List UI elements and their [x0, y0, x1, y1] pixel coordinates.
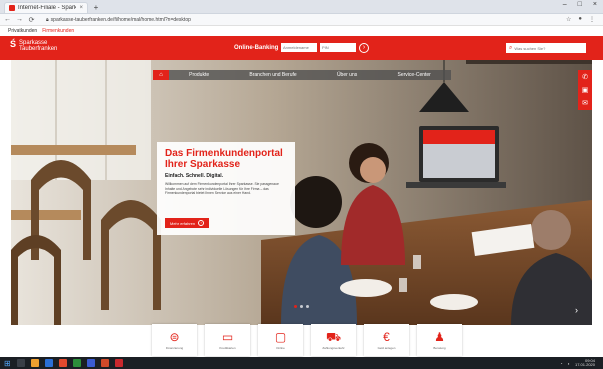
- search-taskbar-icon[interactable]: [16, 359, 25, 367]
- chevron-right-icon: ›: [198, 220, 205, 226]
- cart-icon: ⛟: [325, 330, 342, 344]
- maximize-button[interactable]: □: [578, 1, 582, 8]
- mehr-erfahren-button[interactable]: Mehr erfahren ›: [165, 218, 210, 228]
- slider-dot[interactable]: [306, 305, 309, 308]
- main-navigation: ⌂ Produkte Branchen und Berufe Über uns …: [153, 70, 451, 80]
- tile-finanzierung[interactable]: ⊜ Finanzierung: [152, 324, 197, 356]
- slider-dot[interactable]: [294, 305, 297, 308]
- hero-title-line-1: Das Firmenkundenportal: [165, 148, 283, 159]
- hero-teaser-card: Das Firmenkundenportal Ihrer Sparkasse E…: [157, 142, 295, 235]
- sparkasse-app-icon[interactable]: [114, 359, 123, 367]
- powerpoint-icon[interactable]: [100, 359, 109, 367]
- slider-next-arrow-icon[interactable]: ›: [575, 305, 578, 315]
- tile-beratung[interactable]: ♟ Beratung: [417, 324, 462, 356]
- online-banking-label: Online-Banking: [234, 45, 279, 51]
- minimize-button[interactable]: –: [563, 1, 567, 8]
- url-text: sparkasse-tauberfranken.de/fi/home/mal/h…: [50, 16, 191, 23]
- hero-image: [11, 60, 592, 325]
- link-privatkunden[interactable]: Privatkunden: [8, 28, 37, 34]
- system-tray: ◔ ◖ 09:04 17.01.2020: [560, 359, 603, 367]
- hero-body-text: Willkommen auf dem Firmenkundenportal Ih…: [165, 182, 279, 196]
- euro-icon: €: [383, 330, 390, 344]
- nav-item-produkte[interactable]: Produkte: [169, 72, 229, 78]
- address-bar: ← → ⟳ 🔒︎ sparkasse-tauberfranken.de/fi/h…: [0, 14, 603, 26]
- link-firmenkunden[interactable]: Firmenkunden: [42, 28, 74, 34]
- app-icon[interactable]: [58, 359, 67, 367]
- hero-title-line-2: Ihrer Sparkasse: [165, 159, 241, 170]
- word-icon[interactable]: [86, 359, 95, 367]
- slider-dots: [294, 305, 309, 308]
- person-icon: ♟: [434, 330, 445, 344]
- tile-label: Finanzierung: [165, 346, 184, 350]
- tile-label: Zahlungsverkehr: [322, 346, 345, 350]
- nav-item-service-center[interactable]: Service-Center: [377, 72, 451, 78]
- mail-icon[interactable]: ✉: [582, 99, 588, 107]
- login-submit-button[interactable]: ›: [359, 43, 369, 53]
- windows-start-icon[interactable]: ⊞: [4, 359, 11, 368]
- quick-access-tiles: ⊜ Finanzierung ▭ Kreditkarten ▢ Online ⛟…: [152, 324, 462, 356]
- tab-close-icon[interactable]: ×: [79, 5, 83, 11]
- url-field[interactable]: 🔒︎ sparkasse-tauberfranken.de/fi/home/ma…: [40, 16, 191, 24]
- phone-icon[interactable]: ✆: [582, 73, 588, 81]
- tile-label: Geld anlegen: [377, 346, 396, 350]
- laptop-icon: ▢: [274, 330, 287, 344]
- reload-icon[interactable]: ⟳: [28, 16, 35, 24]
- browser-tab[interactable]: Internet-Filiale - Sparkasse Taub ×: [4, 2, 88, 13]
- edge-icon[interactable]: [44, 359, 53, 367]
- tab-title: Internet-Filiale - Sparkasse Taub: [18, 5, 77, 11]
- pin-input[interactable]: [320, 43, 356, 52]
- audience-links: Privatkunden Firmenkunden: [0, 26, 603, 36]
- browser-tab-bar: Internet-Filiale - Sparkasse Taub × + – …: [0, 0, 603, 14]
- tile-zahlungsverkehr[interactable]: ⛟ Zahlungsverkehr: [311, 324, 356, 356]
- os-taskbar: ⊞ ◔ ◖ 09:04 17.01.2020: [0, 357, 603, 369]
- close-window-button[interactable]: ×: [593, 1, 597, 8]
- back-arrow-icon[interactable]: ←: [4, 16, 11, 23]
- hero-title: Das Firmenkundenportal Ihrer Sparkasse: [165, 148, 287, 170]
- search-input[interactable]: [514, 45, 581, 51]
- site-search[interactable]: ⌕: [506, 43, 586, 53]
- nav-item-ueber-uns[interactable]: Über uns: [317, 72, 378, 78]
- cta-label: Mehr erfahren: [170, 220, 196, 226]
- slider-dot[interactable]: [300, 305, 303, 308]
- tile-label: Kreditkarten: [219, 346, 236, 350]
- profile-icon[interactable]: ●: [578, 16, 582, 23]
- menu-dots-icon[interactable]: ⋮: [589, 16, 595, 23]
- logo-line-2: Tauberfranken: [19, 46, 58, 52]
- contact-rail: ✆ ▣ ✉: [578, 70, 592, 110]
- search-icon: ⌕: [509, 44, 513, 51]
- login-name-input[interactable]: [281, 43, 317, 52]
- excel-icon[interactable]: [72, 359, 81, 367]
- tile-geld-anlegen[interactable]: € Geld anlegen: [364, 324, 409, 356]
- site-header: Ś Sparkasse Tauberfranken Online-Banking…: [0, 36, 603, 60]
- forward-arrow-icon[interactable]: →: [16, 16, 23, 23]
- clock-date: 17.01.2020: [574, 362, 595, 367]
- new-tab-button[interactable]: +: [91, 3, 101, 13]
- window-controls: – □ ×: [563, 1, 597, 8]
- sparkasse-s-icon: Ś: [10, 39, 17, 49]
- office-scene-illustration: [11, 60, 592, 325]
- tile-label: Beratung: [433, 346, 446, 350]
- browser-toolbar-right: ☆ ● ⋮: [566, 16, 599, 23]
- tile-online[interactable]: ▢ Online: [258, 324, 303, 356]
- file-explorer-icon[interactable]: [30, 359, 39, 367]
- sparkasse-favicon-icon: [9, 5, 15, 11]
- lock-icon: 🔒︎: [46, 16, 49, 23]
- tile-kreditkarten[interactable]: ▭ Kreditkarten: [205, 324, 250, 356]
- nav-item-branchen-berufe[interactable]: Branchen und Berufe: [229, 72, 317, 78]
- money-icon: ⊜: [169, 330, 180, 344]
- sparkasse-logo[interactable]: Ś Sparkasse Tauberfranken: [10, 39, 58, 53]
- bookmark-star-icon[interactable]: ☆: [566, 16, 571, 23]
- hero-subtitle: Einfach. Schnell. Digital.: [165, 173, 224, 179]
- card-icon: ▭: [221, 330, 234, 344]
- chat-icon[interactable]: ▣: [582, 86, 589, 94]
- volume-icon[interactable]: ◖: [568, 361, 570, 366]
- clock[interactable]: 09:04 17.01.2020: [575, 359, 595, 367]
- tile-label: Online: [276, 346, 285, 350]
- home-icon[interactable]: ⌂: [153, 70, 169, 80]
- network-icon[interactable]: ◔: [560, 361, 562, 366]
